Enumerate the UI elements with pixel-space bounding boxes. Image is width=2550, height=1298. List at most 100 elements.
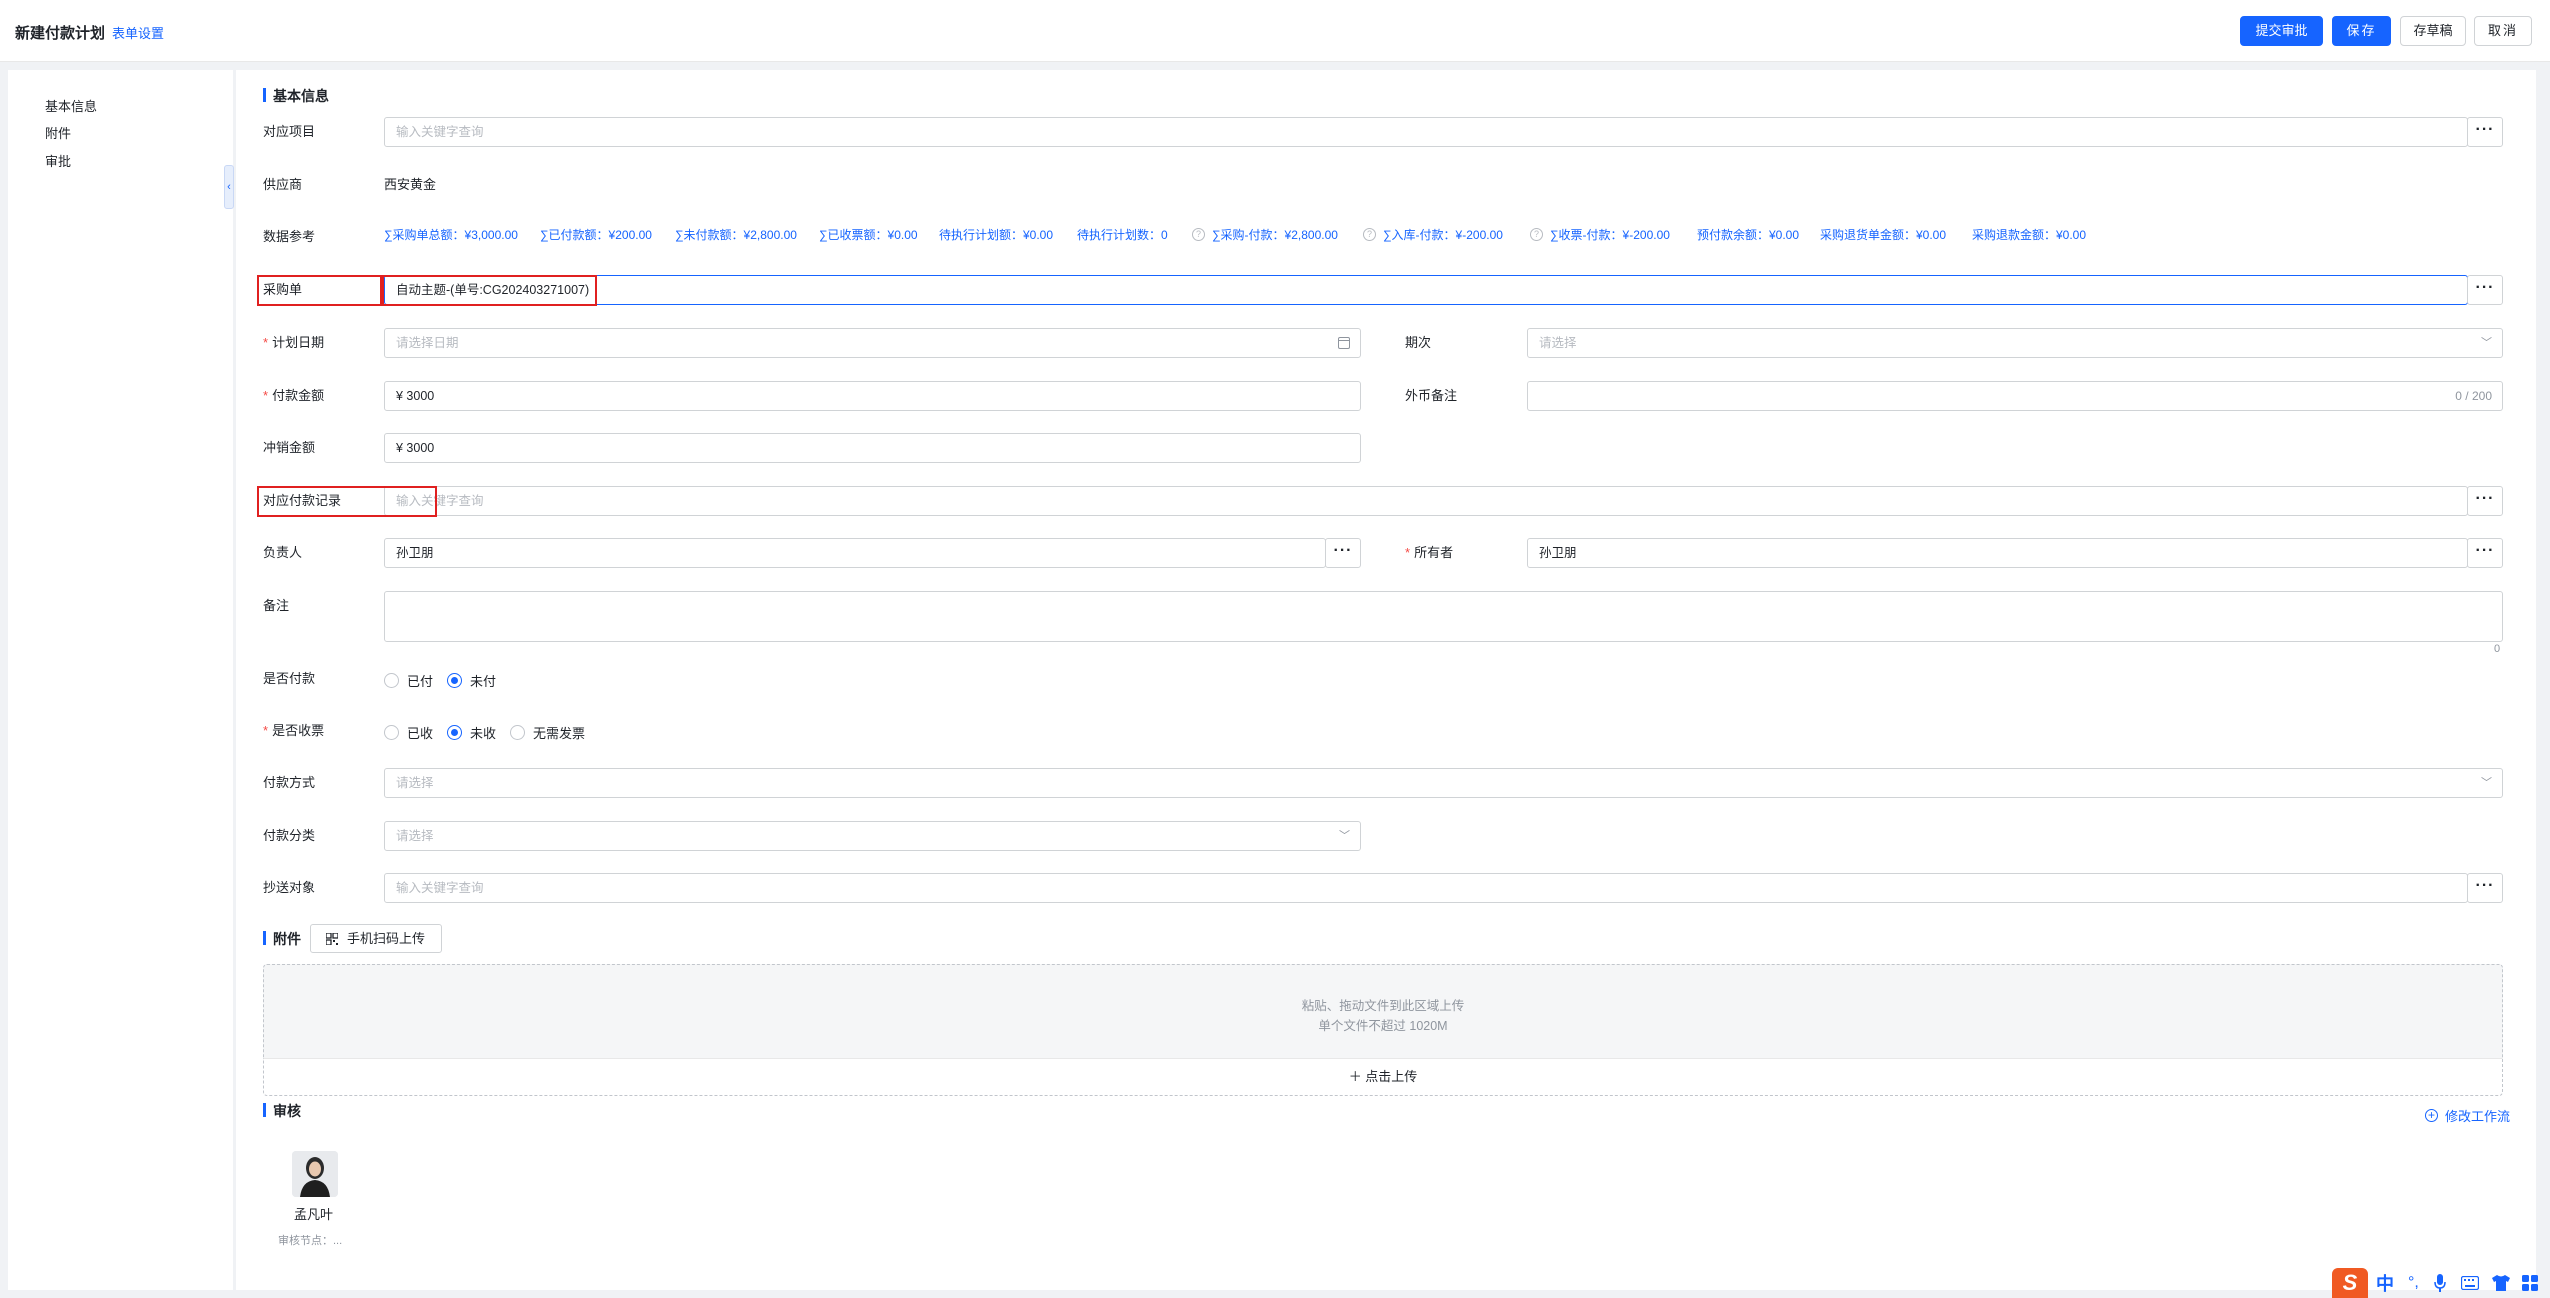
owner-input[interactable]: 孙卫朋 — [1527, 538, 2468, 568]
ref-item: 预付款余额：¥0.00 — [1697, 228, 1800, 242]
cc-input[interactable]: 输入关键字查询 — [384, 873, 2468, 903]
responsible-more-icon[interactable]: ··· — [1325, 538, 1361, 568]
owner-more-icon[interactable]: ··· — [2467, 538, 2503, 568]
required-mark: * — [263, 723, 269, 738]
approver-name: 孟凡叶 — [294, 1207, 334, 1222]
radio-circle — [384, 725, 399, 740]
ref-item: ∑未付款额：¥2,800.00 — [675, 228, 797, 242]
project-more-icon[interactable]: ··· — [2467, 117, 2503, 147]
invoice-label-text: 是否收票 — [272, 723, 325, 738]
chevron-down-icon: ﹀ — [1339, 830, 1350, 842]
ref-item: 采购退货单金额：¥0.00 — [1820, 228, 1947, 242]
punctuation-icon[interactable]: °, — [2408, 1274, 2419, 1292]
section-nav: 基本信息 附件 审批 — [8, 70, 233, 1290]
cc-more-icon[interactable]: ··· — [2467, 873, 2503, 903]
page-title: 新建付款计划 — [15, 25, 106, 42]
help-icon[interactable]: ? — [1530, 228, 1543, 241]
section-title-attachment: 附件 — [263, 929, 301, 949]
plan-date-picker[interactable]: 请选择日期 — [384, 328, 1361, 358]
avatar — [292, 1151, 338, 1197]
scan-upload-button[interactable]: 手机扫码上传 — [310, 924, 442, 953]
help-icon[interactable]: ? — [1363, 228, 1376, 241]
radio-circle — [510, 725, 525, 740]
nav-item-basic-info[interactable]: 基本信息 — [45, 96, 97, 115]
pay-category-placeholder: 请选择 — [396, 829, 434, 843]
cc-placeholder: 输入关键字查询 — [396, 881, 484, 895]
pay-method-label: 付款方式 — [263, 775, 316, 790]
microphone-icon[interactable] — [2433, 1273, 2447, 1293]
project-label: 对应项目 — [263, 124, 316, 139]
form-settings-link[interactable]: 表单设置 — [112, 23, 164, 42]
remark-textarea[interactable] — [384, 591, 2503, 642]
ref-item: ∑已付款额：¥200.00 — [540, 228, 652, 242]
section-title-review: 审核 — [263, 1101, 301, 1121]
click-upload-button[interactable]: ＋ 点击上传 — [263, 1058, 2503, 1096]
edit-workflow-link[interactable]: + 修改工作流 — [2425, 1106, 2510, 1125]
required-mark: * — [1405, 545, 1411, 560]
highlight-box — [257, 486, 437, 517]
fx-note-input[interactable]: 0 / 200 — [1527, 381, 2503, 411]
purchase-order-more-icon[interactable]: ··· — [2467, 275, 2503, 305]
responsible-input[interactable]: 孙卫朋 — [384, 538, 1326, 568]
radio-no-invoice[interactable]: 无需发票 — [510, 723, 585, 742]
submit-approval-button[interactable]: 提交审批 — [2240, 16, 2323, 46]
remark-label: 备注 — [263, 598, 290, 613]
radio-label: 已收 — [407, 726, 434, 741]
highlight-box — [382, 275, 597, 306]
collapse-left-icon[interactable]: ‹ — [224, 165, 234, 209]
nav-item-approval[interactable]: 审批 — [45, 151, 71, 170]
ref-item: 采购退款金额：¥0.00 — [1972, 228, 2087, 242]
owner-label-text: 所有者 — [1414, 545, 1454, 560]
offset-value: ¥ 3000 — [396, 441, 435, 455]
ref-item: ∑已收票额：¥0.00 — [819, 228, 918, 242]
ref-item: ∑收票-付款：¥-200.00 — [1550, 228, 1670, 242]
section-title-basic-info: 基本信息 — [263, 86, 329, 106]
ime-lang-toggle[interactable]: 中 — [2376, 1270, 2394, 1296]
pay-category-select[interactable]: 请选择 ﹀ — [384, 821, 1361, 851]
amount-label-text: 付款金额 — [272, 388, 325, 403]
ref-item: ∑采购单总额：¥3,000.00 — [384, 228, 518, 242]
save-draft-button[interactable]: 存草稿 — [2400, 16, 2466, 46]
supplier-value: 西安黄金 — [384, 177, 437, 192]
supplier-label: 供应商 — [263, 177, 303, 192]
save-button[interactable]: 保存 — [2332, 16, 2391, 46]
paid-label: 是否付款 — [263, 671, 316, 686]
responsible-label: 负责人 — [263, 545, 303, 560]
plus-circle-icon: + — [2425, 1109, 2438, 1122]
toolbox-grid-icon[interactable] — [2521, 1274, 2539, 1292]
period-label: 期次 — [1405, 335, 1432, 350]
highlight-box — [257, 275, 382, 306]
radio-invoice-not-received[interactable]: 未收 — [447, 723, 496, 742]
upload-dropzone[interactable]: 粘贴、拖动文件到此区域上传 单个文件不超过 1020M — [263, 964, 2503, 1058]
radio-label: 无需发票 — [533, 726, 586, 741]
payment-record-more-icon[interactable]: ··· — [2467, 486, 2503, 516]
radio-paid[interactable]: 已付 — [384, 671, 433, 690]
remark-counter: 0 — [2494, 643, 2501, 655]
offset-input[interactable]: ¥ 3000 — [384, 433, 1361, 463]
chevron-down-icon: ﹀ — [2481, 337, 2492, 349]
keyboard-icon[interactable] — [2460, 1276, 2479, 1290]
offset-label: 冲销金额 — [263, 440, 316, 455]
project-input[interactable]: 输入关键字查询 — [384, 117, 2468, 147]
payment-record-input[interactable]: 输入关键字查询 — [384, 486, 2468, 516]
reference-label: 数据参考 — [263, 229, 316, 244]
owner-value: 孙卫朋 — [1539, 546, 1577, 560]
pay-method-placeholder: 请选择 — [396, 776, 434, 790]
amount-input[interactable]: ¥ 3000 — [384, 381, 1361, 411]
ref-item: 待执行计划数：0 — [1077, 228, 1168, 242]
plan-date-placeholder: 请选择日期 — [396, 336, 459, 350]
radio-invoice-received[interactable]: 已收 — [384, 723, 433, 742]
edit-workflow-label: 修改工作流 — [2445, 1109, 2511, 1124]
pay-method-select[interactable]: 请选择 ﹀ — [384, 768, 2503, 798]
cc-label: 抄送对象 — [263, 880, 316, 895]
radio-unpaid[interactable]: 未付 — [447, 671, 496, 690]
period-select[interactable]: 请选择 ﹀ — [1527, 328, 2503, 358]
purchase-order-input[interactable]: 自动主题-(单号:CG202403271007) — [384, 275, 2468, 305]
nav-item-attachment[interactable]: 附件 — [45, 123, 71, 142]
sogou-logo-icon[interactable]: S — [2332, 1268, 2368, 1298]
chevron-down-icon: ﹀ — [2481, 777, 2492, 789]
cancel-button[interactable]: 取消 — [2474, 16, 2532, 46]
required-mark: * — [263, 388, 269, 403]
skin-shirt-icon[interactable] — [2491, 1274, 2511, 1292]
help-icon[interactable]: ? — [1192, 228, 1205, 241]
